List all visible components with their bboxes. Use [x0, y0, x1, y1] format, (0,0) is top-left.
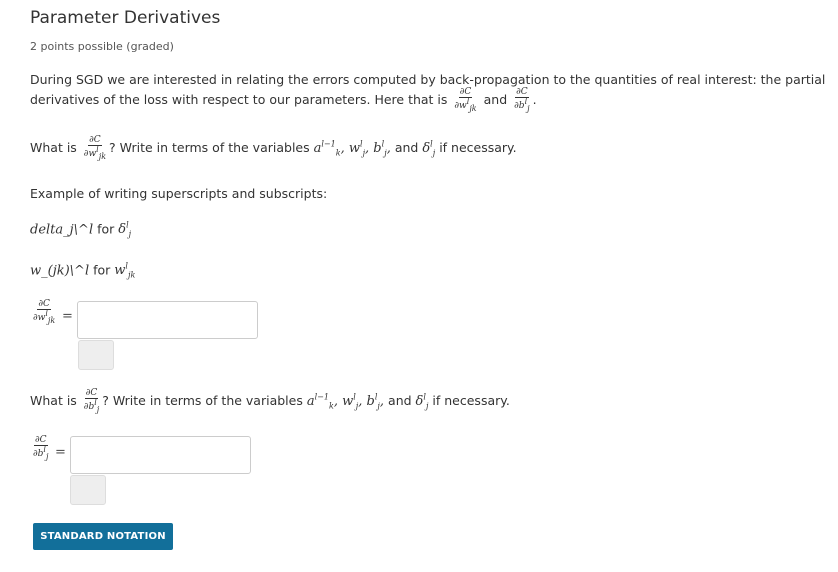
q2-tail: if necessary.	[432, 392, 510, 408]
answer-2-equals: =	[55, 445, 66, 460]
dC-db-fraction: ∂C ∂blj	[514, 87, 530, 113]
intro-line-2: derivatives of the loss with respect to …	[30, 88, 537, 113]
example-2-code: w_(jk)\^l	[30, 263, 90, 279]
example-2: w_(jk)\^l for wljk	[30, 262, 135, 280]
intro-end: .	[532, 91, 537, 107]
answer-1-fraction: ∂C ∂wljk	[33, 299, 56, 325]
q2-suffix: ? Write in terms of the variables	[102, 392, 303, 408]
q2-variables: al−1k, wlj, blj,	[306, 392, 385, 411]
q2-and: and	[388, 392, 412, 408]
problem-title: Parameter Derivatives	[30, 8, 221, 28]
q1-and: and	[394, 139, 419, 155]
q2-prefix: What is	[30, 392, 77, 408]
answer-1-label: ∂C ∂wljk	[30, 300, 58, 325]
q2-fraction: ∂C ∂blj	[83, 388, 100, 414]
dC-dw-fraction: ∂C ∂wljk	[454, 87, 477, 113]
points-possible: 2 points possible (graded)	[30, 40, 174, 53]
question-1-text: What is ∂C ∂wljk? Write in terms of the v…	[30, 136, 517, 161]
q1-suffix: ? Write in terms of the variables	[109, 139, 310, 155]
examples-heading: Example of writing superscripts and subs…	[30, 186, 328, 201]
q1-delta: δlj	[422, 139, 436, 158]
example-1-code: delta_j\^l	[30, 222, 94, 238]
answer-2-fraction: ∂C ∂blj	[33, 435, 49, 461]
example-2-for: for	[93, 262, 111, 278]
standard-notation-button[interactable]: STANDARD NOTATION	[33, 523, 173, 550]
answer-1-equals: =	[62, 309, 73, 324]
answer-1-input[interactable]	[77, 301, 258, 339]
example-1-math: δlj	[118, 221, 132, 239]
intro-and: and	[483, 91, 508, 107]
example-2-math: wljk	[114, 262, 136, 280]
answer-2-check-button[interactable]	[70, 475, 106, 505]
example-1-for: for	[97, 221, 115, 237]
q1-variables: al−1k, wlj, blj,	[313, 139, 391, 158]
answer-2-input[interactable]	[70, 436, 251, 474]
q2-delta: δlj	[415, 392, 429, 411]
q1-fraction: ∂C ∂wljk	[83, 135, 107, 161]
intro-line-2-prefix: derivatives of the loss with respect to …	[30, 91, 448, 107]
q1-tail: if necessary.	[439, 139, 517, 155]
question-2-text: What is ∂C ∂blj? Write in terms of the va…	[30, 389, 510, 414]
intro-line-1: During SGD we are interested in relating…	[30, 72, 826, 87]
answer-1-check-button[interactable]	[78, 340, 114, 370]
answer-2-label: ∂C ∂blj	[30, 436, 51, 461]
q1-prefix: What is	[30, 139, 77, 155]
example-1: delta_j\^l for δlj	[30, 221, 131, 239]
